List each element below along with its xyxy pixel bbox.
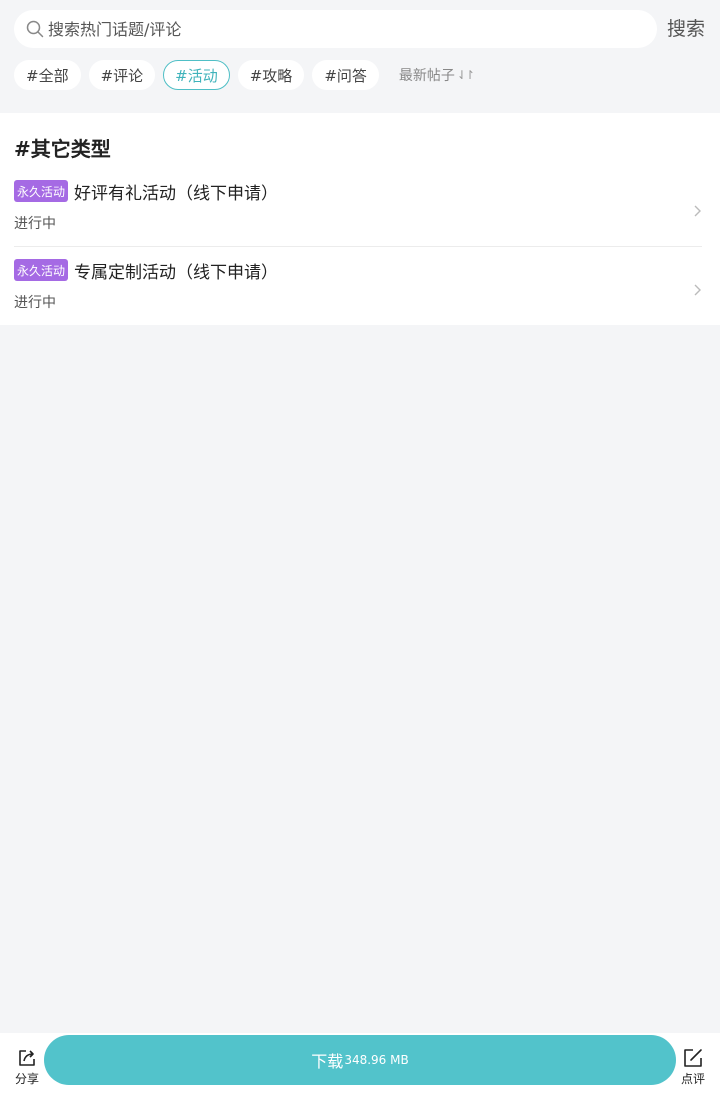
item-status: 进行中 bbox=[14, 216, 56, 232]
sort-arrows-icon: ⇃↾ bbox=[456, 68, 475, 82]
tag-guide[interactable]: #攻略 bbox=[237, 60, 305, 90]
bottom-bar: 分享 下载 348.96 MB 点评 bbox=[0, 1033, 720, 1093]
download-label: 下载 bbox=[311, 1052, 344, 1071]
edit-icon bbox=[684, 1049, 702, 1067]
list-item[interactable]: 永久活动 专属定制活动（线下申请） 进行中 bbox=[14, 258, 702, 336]
search-button[interactable]: 搜索 bbox=[667, 16, 705, 42]
chevron-right-icon bbox=[694, 284, 701, 296]
download-size: 348.96 MB bbox=[344, 1053, 409, 1067]
tag-qa[interactable]: #问答 bbox=[312, 60, 379, 90]
item-badge: 永久活动 bbox=[14, 180, 69, 202]
search-icon bbox=[26, 20, 44, 38]
search-input[interactable] bbox=[48, 14, 608, 44]
item-title: 好评有礼活动（线下申请） bbox=[74, 183, 279, 204]
tag-review[interactable]: #评论 bbox=[88, 60, 156, 90]
divider bbox=[14, 246, 702, 247]
search-box[interactable] bbox=[14, 10, 657, 48]
item-badge: 永久活动 bbox=[14, 259, 69, 281]
chevron-right-icon bbox=[694, 205, 701, 217]
item-status: 进行中 bbox=[14, 295, 56, 311]
activity-section: #其它类型 永久活动 好评有礼活动（线下申请） 进行中 永久活动 专属定制活动（… bbox=[0, 113, 720, 325]
share-icon bbox=[19, 1050, 35, 1066]
sort-button[interactable]: 最新帖子 ⇃↾ bbox=[398, 65, 475, 85]
tag-filter-bar: #全部 #评论 #活动 #攻略 #问答 最新帖子 ⇃↾ bbox=[14, 59, 475, 91]
header: 搜索 #全部 #评论 #活动 #攻略 #问答 最新帖子 ⇃↾ bbox=[0, 0, 720, 113]
section-title: #其它类型 bbox=[14, 137, 111, 161]
tag-all[interactable]: #全部 bbox=[14, 60, 81, 90]
item-title: 专属定制活动（线下申请） bbox=[74, 262, 279, 283]
review-label: 点评 bbox=[680, 1072, 705, 1086]
tag-activity[interactable]: #活动 bbox=[163, 60, 230, 90]
sort-label: 最新帖子 bbox=[398, 68, 455, 84]
page: 搜索 #全部 #评论 #活动 #攻略 #问答 最新帖子 ⇃↾ #其它类型 永久活… bbox=[0, 0, 720, 1093]
download-button[interactable]: 下载 348.96 MB bbox=[44, 1035, 676, 1085]
share-label: 分享 bbox=[14, 1072, 39, 1086]
share-button[interactable]: 分享 bbox=[10, 1047, 44, 1087]
review-button[interactable]: 点评 bbox=[676, 1047, 710, 1087]
